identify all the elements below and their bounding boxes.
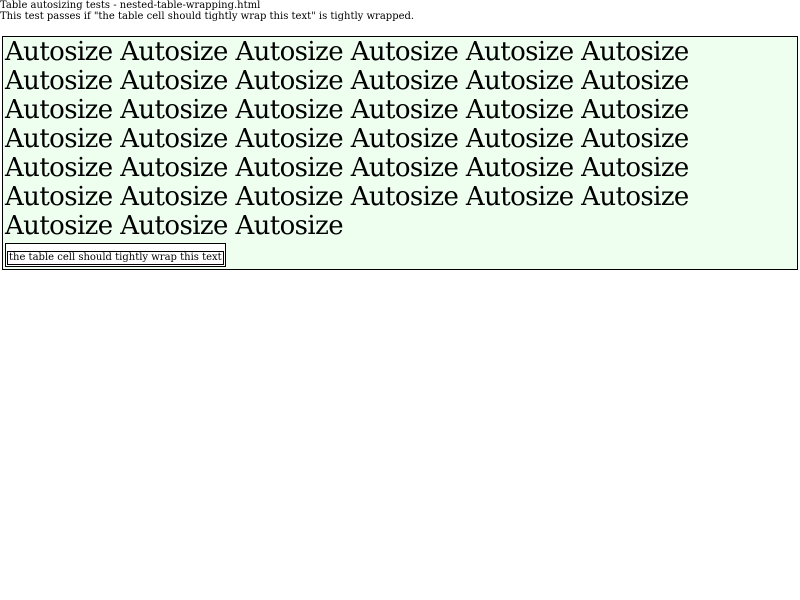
inner-table: the table cell should tightly wrap this … [5, 243, 226, 267]
autosize-paragraph: Autosize Autosize Autosize Autosize Auto… [5, 37, 689, 241]
test-description: This test passes if "the table cell shou… [0, 11, 415, 22]
outer-table: Autosize Autosize Autosize Autosize Auto… [2, 36, 798, 270]
inner-table-cell: the table cell should tightly wrap this … [7, 251, 224, 265]
page-title: Table autosizing tests - nested-table-wr… [0, 0, 261, 11]
